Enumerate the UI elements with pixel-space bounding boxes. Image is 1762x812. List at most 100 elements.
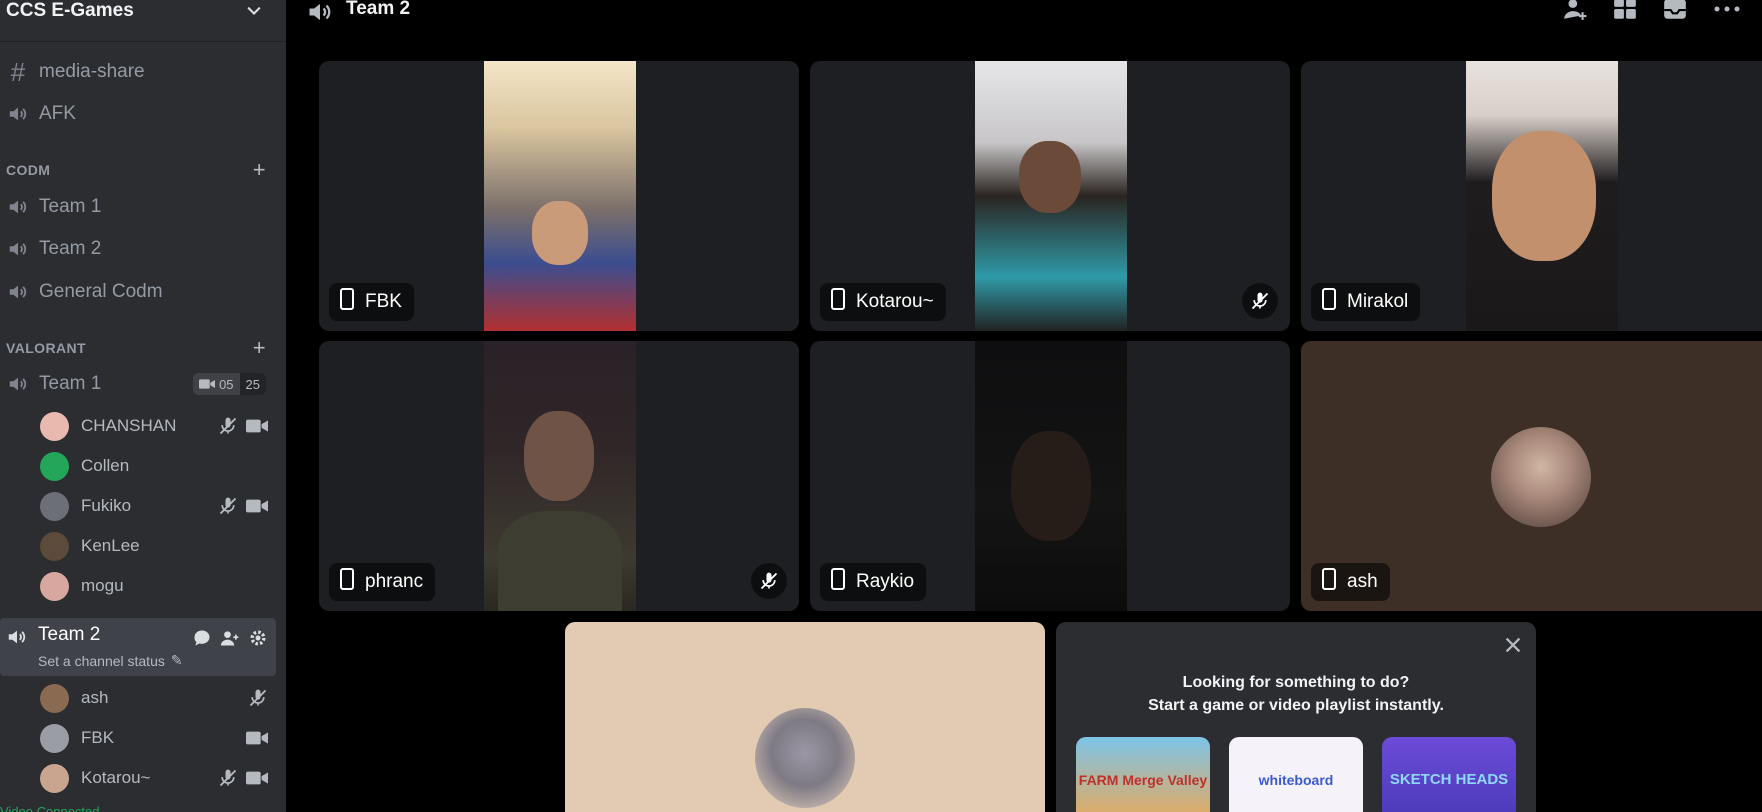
- participant-nameplate: ash: [1311, 563, 1390, 601]
- channel-label: Team 1: [39, 196, 102, 217]
- video-tile-fbk[interactable]: FBK: [319, 61, 799, 331]
- member-status-icons: [218, 768, 268, 788]
- speaker-icon: [6, 626, 28, 653]
- mic-muted-icon: [1242, 283, 1278, 319]
- channel-codm-team1[interactable]: Team 1: [0, 189, 286, 225]
- channel-label: media-share: [39, 61, 145, 82]
- member-name: CHANSHAN: [81, 416, 177, 435]
- camera-icon: [246, 771, 268, 785]
- mobile-icon: [1321, 568, 1337, 596]
- video-tile-kotarou[interactable]: Kotarou~: [810, 61, 1290, 331]
- avatar: [40, 491, 69, 521]
- member-status-icons: [246, 729, 268, 747]
- channel-codm-team2[interactable]: Team 2: [0, 231, 286, 267]
- participant-name: FBK: [365, 291, 402, 312]
- speaker-icon: [6, 280, 30, 304]
- member-name: Fukiko: [81, 496, 132, 515]
- video-feed: [484, 341, 636, 611]
- avatar: [40, 451, 69, 481]
- video-tile-ash[interactable]: ash: [1301, 341, 1762, 611]
- add-channel-icon[interactable]: +: [253, 157, 266, 183]
- speaker-icon: [6, 102, 30, 126]
- channel-general-codm[interactable]: General Codm: [0, 274, 286, 310]
- hashtag-icon: #: [10, 56, 26, 87]
- mic-muted-icon: [249, 689, 267, 707]
- activity-card-whiteboard[interactable]: whiteboard: [1229, 737, 1363, 812]
- activity-card-farm-merge-valley[interactable]: FARM Merge Valley: [1076, 737, 1210, 812]
- shirt-shape: [498, 511, 622, 611]
- channel-valorant-team2-selected[interactable]: Team 2 Set a channel status ✎: [0, 618, 276, 676]
- voice-member[interactable]: FBK: [40, 720, 276, 756]
- video-feed: [484, 61, 636, 331]
- channel-media-share[interactable]: # media-share: [0, 54, 286, 90]
- mobile-icon: [1321, 288, 1337, 316]
- call-header: Team 2: [286, 0, 1762, 40]
- camera-icon: [246, 499, 268, 513]
- add-channel-icon[interactable]: +: [253, 335, 266, 361]
- invite-icon[interactable]: [220, 628, 240, 653]
- participant-nameplate: FBK: [329, 283, 414, 321]
- more-options-icon[interactable]: [1712, 0, 1742, 27]
- category-valorant[interactable]: VALORANT +: [6, 335, 276, 361]
- member-name: Collen: [81, 456, 130, 475]
- inbox-icon[interactable]: [1662, 0, 1688, 27]
- face-shape: [1492, 131, 1596, 261]
- member-name: KenLee: [81, 536, 140, 555]
- voice-member[interactable]: CHANSHAN: [40, 408, 276, 444]
- avatar: [40, 411, 69, 441]
- channel-status-text: Set a channel status: [38, 652, 165, 669]
- member-status-icons: [218, 416, 268, 436]
- channel-afk[interactable]: AFK: [0, 96, 286, 132]
- channel-label: Team 1: [39, 373, 102, 394]
- badge-left: 05: [219, 376, 234, 392]
- avatar: [40, 571, 69, 601]
- video-feed: [975, 61, 1127, 331]
- grid-layout-icon[interactable]: [1612, 0, 1638, 27]
- voice-user-count: 05 25: [193, 373, 266, 395]
- mic-muted-icon: [219, 769, 237, 787]
- category-label: CODM: [6, 162, 51, 178]
- voice-member[interactable]: Fukiko: [40, 488, 276, 524]
- avatar: [755, 708, 855, 808]
- voice-member[interactable]: ash: [40, 680, 276, 716]
- avatar-tile[interactable]: [565, 622, 1045, 812]
- channel-label: Team 2: [38, 624, 101, 645]
- close-icon[interactable]: [1502, 634, 1524, 661]
- avatar: [40, 763, 69, 793]
- activity-card-label: whiteboard: [1258, 771, 1334, 788]
- chat-icon[interactable]: [192, 628, 212, 653]
- activity-card-sketch-heads[interactable]: SKETCH HEADS: [1382, 737, 1516, 812]
- channel-valorant-team1[interactable]: Team 1 05 25: [0, 366, 286, 402]
- activity-suggestion-panel: Looking for something to do? Start a gam…: [1056, 622, 1536, 812]
- member-name: FBK: [81, 728, 115, 747]
- activity-heading: Looking for something to do?: [1182, 674, 1410, 691]
- avatar: [40, 531, 69, 561]
- member-name: Kotarou~: [81, 768, 151, 787]
- mic-muted-icon: [219, 417, 237, 435]
- add-member-icon[interactable]: [1562, 0, 1588, 27]
- member-status-icons: [248, 688, 268, 708]
- video-tile-phranc[interactable]: phranc: [319, 341, 799, 611]
- face-shape: [532, 201, 588, 265]
- channel-status[interactable]: Set a channel status ✎: [38, 652, 183, 669]
- guild-header[interactable]: CCS E-Games: [0, 0, 286, 42]
- avatar: [40, 683, 69, 713]
- voice-member[interactable]: mogu: [40, 568, 276, 604]
- activity-card-label: FARM Merge Valley: [1078, 771, 1208, 788]
- mic-muted-icon: [751, 563, 787, 599]
- voice-member[interactable]: KenLee: [40, 528, 276, 564]
- mobile-icon: [830, 288, 846, 316]
- mobile-icon: [339, 568, 355, 596]
- voice-member[interactable]: Collen: [40, 448, 276, 484]
- category-codm[interactable]: CODM +: [6, 157, 276, 183]
- channel-label: General Codm: [39, 281, 163, 302]
- video-feed: [1466, 61, 1618, 331]
- gear-icon[interactable]: [248, 628, 268, 653]
- voice-member[interactable]: Kotarou~: [40, 760, 276, 796]
- video-tile-mirakol[interactable]: Mirakol: [1301, 61, 1762, 331]
- voice-connected-status: Video Connected: [0, 804, 100, 812]
- video-tile-raykio[interactable]: Raykio: [810, 341, 1290, 611]
- speaker-icon: [6, 372, 30, 396]
- camera-icon: [199, 379, 216, 389]
- app: CCS E-Games # media-share AFK CODM + Tea…: [0, 0, 1762, 812]
